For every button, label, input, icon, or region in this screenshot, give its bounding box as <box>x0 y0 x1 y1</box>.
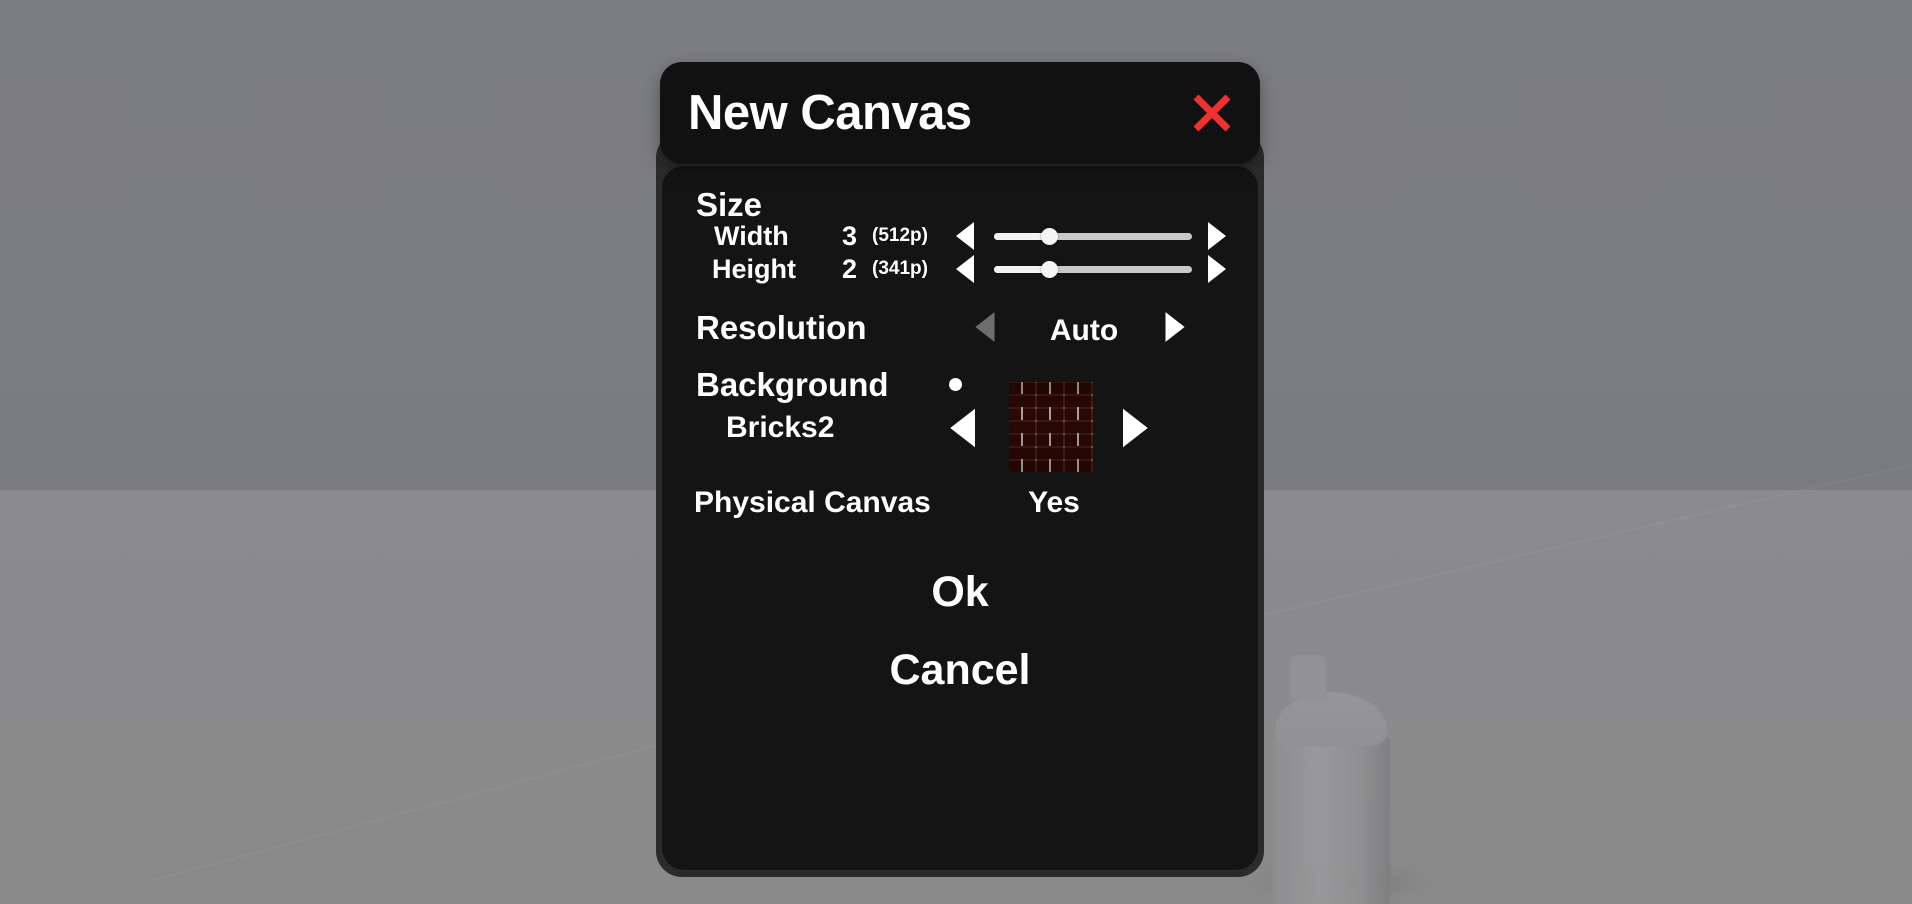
width-label: Width <box>714 220 789 251</box>
height-label: Height <box>712 253 796 284</box>
dialog-title: New Canvas <box>688 85 972 140</box>
width-slider[interactable] <box>994 228 1192 245</box>
new-canvas-dialog: New Canvas Size Width 3 (512p) Height 2 … <box>656 62 1264 877</box>
height-value: 2 <box>842 253 858 284</box>
ok-button[interactable]: Ok <box>662 571 1258 614</box>
app-scene: New Canvas Size Width 3 (512p) Height 2 … <box>0 0 1912 904</box>
height-slider[interactable] <box>994 261 1192 278</box>
resolution-label: Resolution <box>696 309 867 346</box>
background-next-button[interactable] <box>1112 406 1156 450</box>
resolution-prev-button[interactable] <box>969 310 1003 344</box>
chevron-left-icon <box>956 255 974 283</box>
physical-canvas-label: Physical Canvas <box>694 486 931 519</box>
close-button[interactable] <box>1186 87 1238 139</box>
swatch-shading <box>1009 382 1093 472</box>
resolution-value: Auto <box>1049 314 1119 347</box>
height-row: Height 2 (341p) <box>662 249 1258 289</box>
chevron-right-icon <box>1123 408 1148 448</box>
width-increment-button[interactable] <box>1200 220 1232 252</box>
chevron-left-icon <box>950 408 975 448</box>
background-texture-swatch[interactable] <box>1009 382 1093 472</box>
dialog-body: Size Width 3 (512p) Height 2 (341p) Reso… <box>662 166 1258 870</box>
height-decrement-button[interactable] <box>950 253 982 285</box>
chevron-right-icon <box>1208 255 1226 283</box>
cancel-button[interactable]: Cancel <box>662 649 1258 692</box>
selected-dot-icon <box>949 378 962 391</box>
dialog-titlebar: New Canvas <box>660 62 1260 164</box>
chevron-right-icon <box>1165 312 1185 342</box>
chevron-left-icon <box>975 312 995 342</box>
close-x-icon <box>1193 94 1231 132</box>
background-texture-name: Bricks2 <box>726 411 835 444</box>
width-pixels: (512p) <box>872 225 928 246</box>
height-pixels: (341p) <box>872 258 928 279</box>
width-decrement-button[interactable] <box>950 220 982 252</box>
background-label: Background <box>696 366 889 403</box>
physical-canvas-value[interactable]: Yes <box>992 488 1116 518</box>
width-value: 3 <box>842 220 858 251</box>
spray-can-body <box>1272 735 1390 904</box>
background-prev-button[interactable] <box>942 406 986 450</box>
spray-can-nozzle <box>1290 655 1326 699</box>
resolution-next-button[interactable] <box>1157 310 1191 344</box>
chevron-right-icon <box>1208 222 1226 250</box>
chevron-left-icon <box>956 222 974 250</box>
height-increment-button[interactable] <box>1200 253 1232 285</box>
height-slider-thumb[interactable] <box>1041 261 1059 278</box>
width-slider-thumb[interactable] <box>1041 228 1059 245</box>
